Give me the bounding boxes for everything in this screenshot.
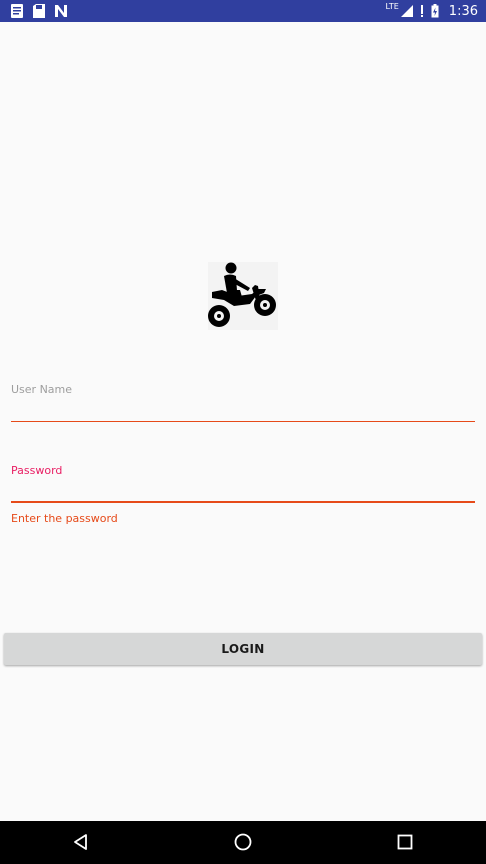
- password-label: Password: [11, 464, 63, 477]
- password-field-group: Password Enter the password: [11, 464, 475, 528]
- motorcycle-rider-icon: [208, 262, 278, 330]
- n-app-notification-icon: [55, 5, 67, 17]
- document-notification-icon: [11, 4, 23, 18]
- username-input[interactable]: [11, 399, 475, 421]
- notification-icons: [10, 3, 68, 19]
- login-button[interactable]: LOGIN: [4, 633, 482, 665]
- system-status: LTE 1:36: [386, 0, 479, 22]
- password-input[interactable]: [11, 480, 475, 502]
- password-error: Enter the password: [11, 512, 118, 525]
- password-underline: [11, 501, 475, 503]
- alert-icon: [420, 5, 423, 17]
- network-type-label: LTE: [385, 2, 399, 11]
- username-label: User Name: [11, 383, 73, 396]
- username-underline: [11, 421, 475, 422]
- clock: 1:36: [448, 3, 478, 19]
- status-bar: LTE 1:36: [0, 0, 486, 22]
- save-notification-icon: [33, 4, 45, 18]
- signal-icon: [400, 5, 413, 17]
- battery-icon: [431, 4, 439, 18]
- username-field-group: User Name: [11, 383, 475, 423]
- navigation-bar: [0, 821, 486, 864]
- home-icon[interactable]: [233, 832, 253, 852]
- recents-icon[interactable]: [395, 832, 415, 852]
- back-icon[interactable]: [71, 832, 91, 852]
